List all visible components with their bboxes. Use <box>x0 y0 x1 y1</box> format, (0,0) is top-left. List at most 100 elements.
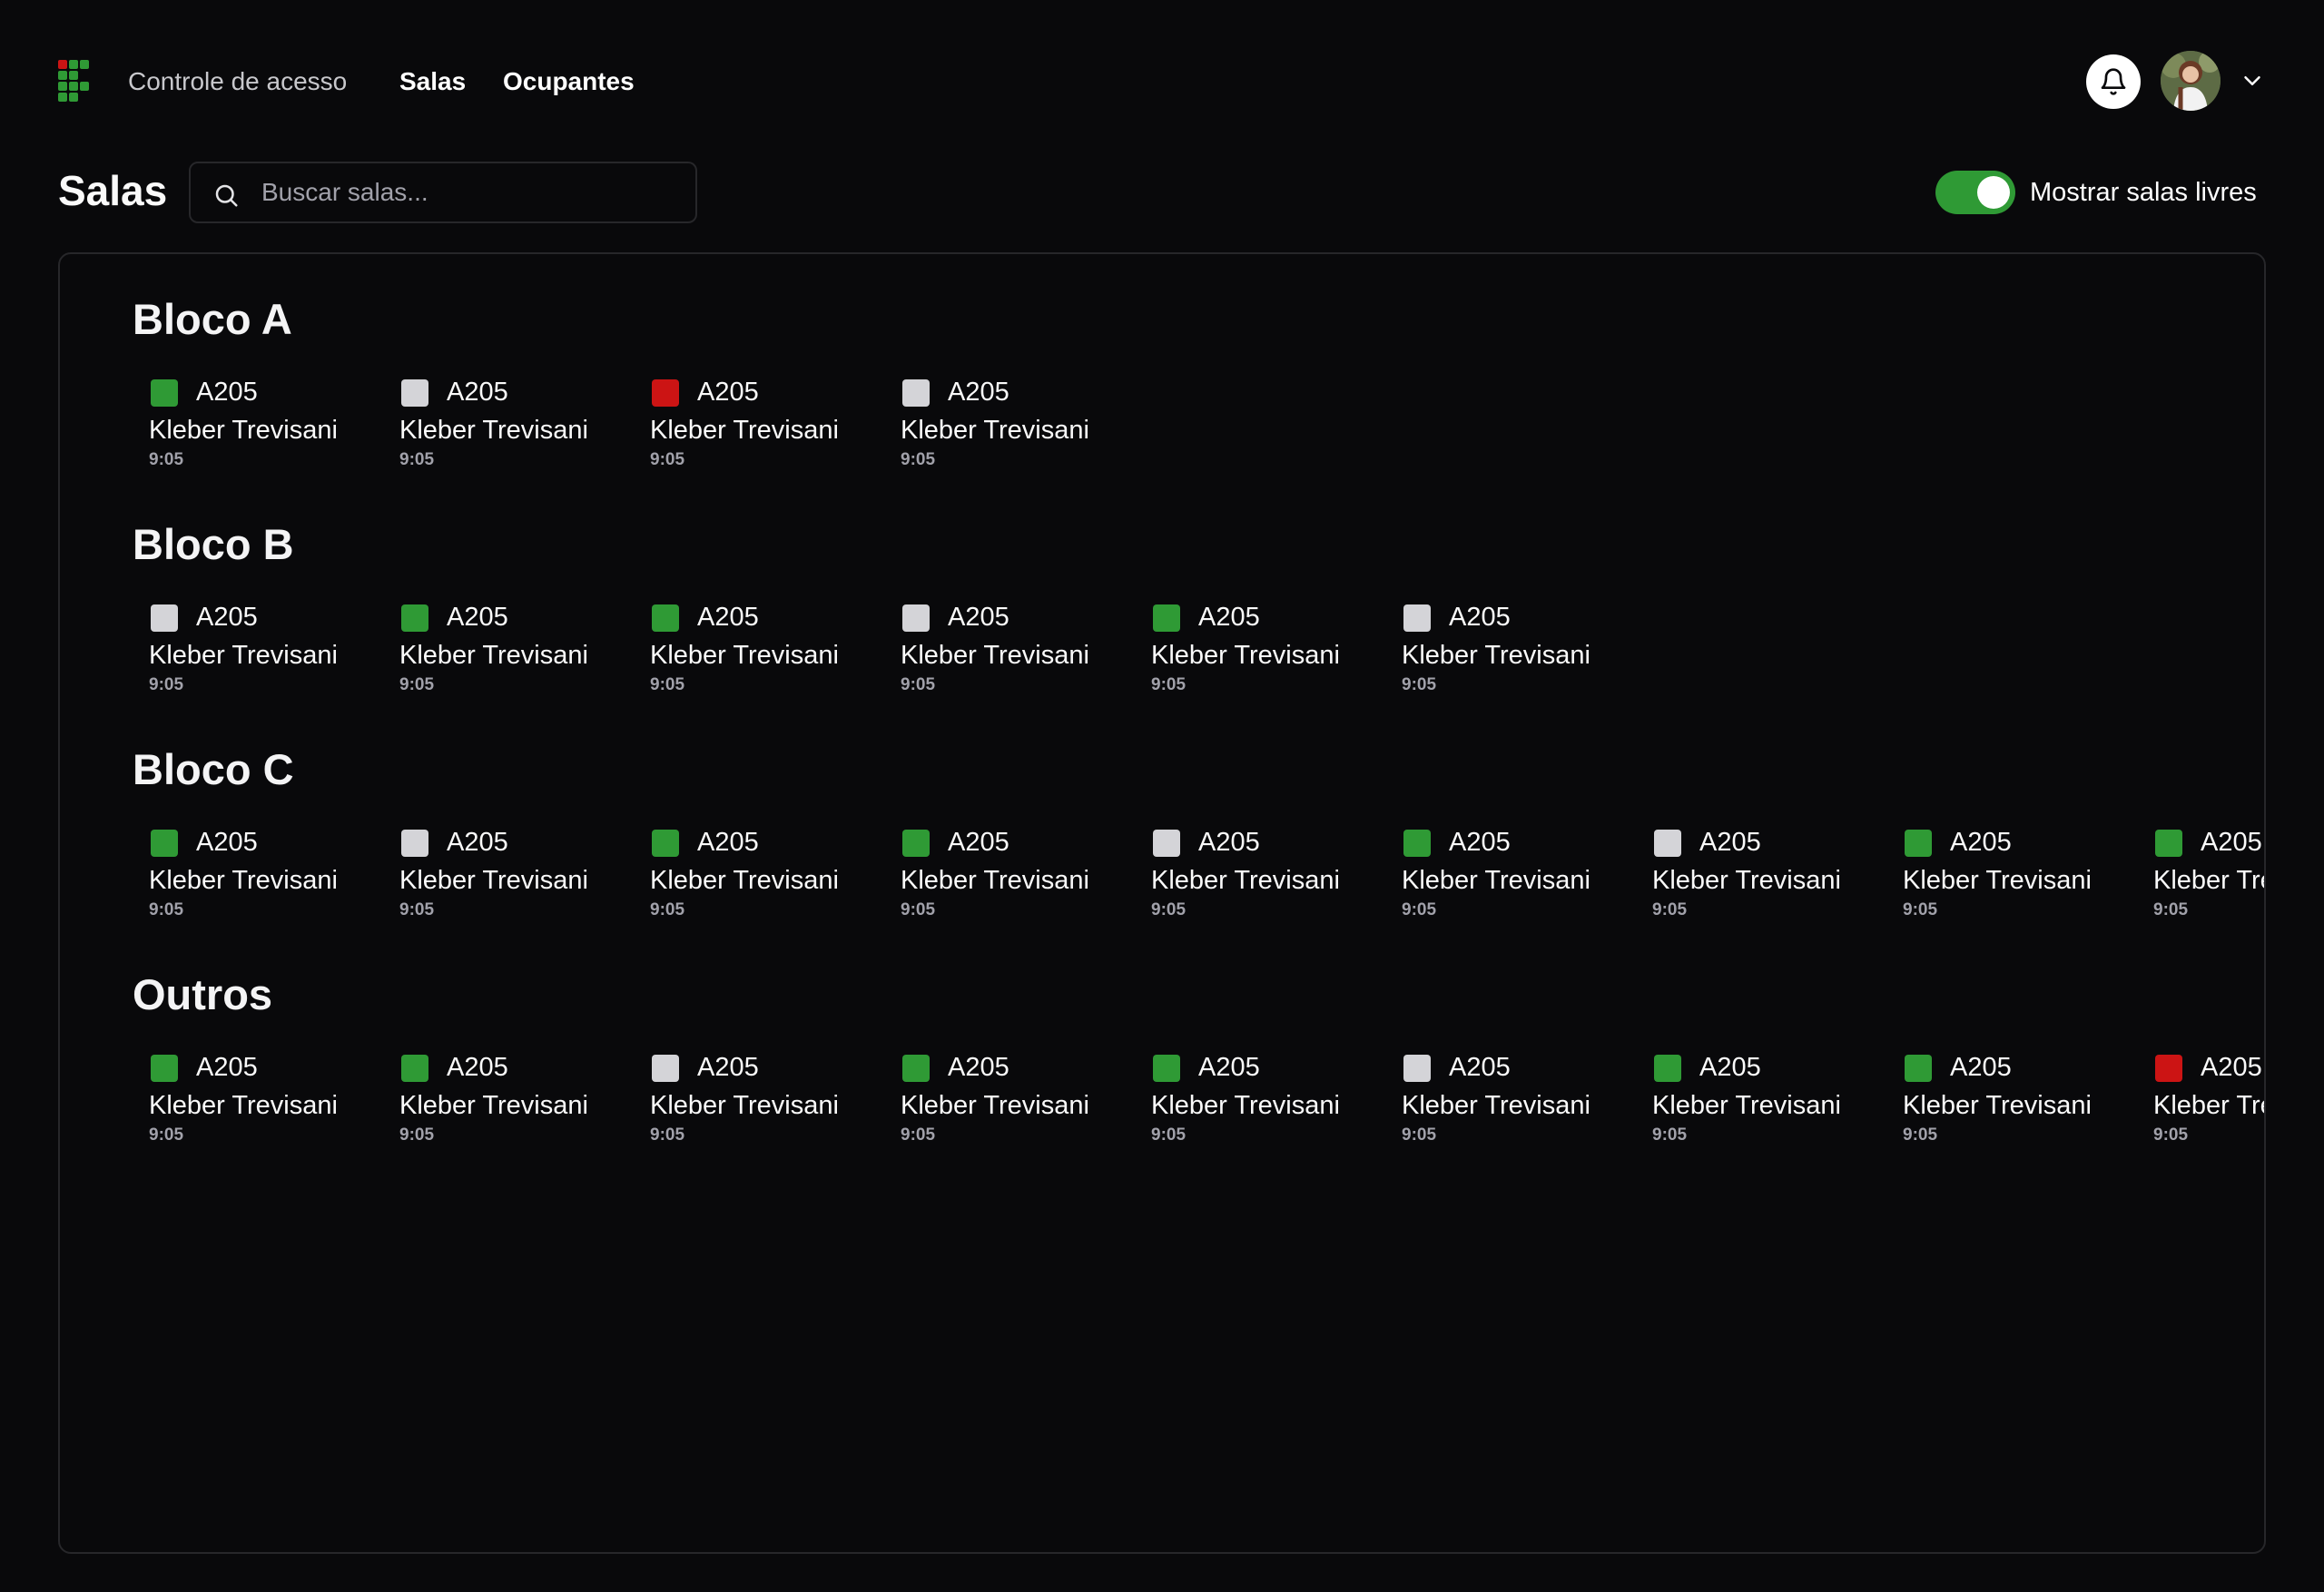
room-occupant: Kleber Trevisani <box>149 416 338 445</box>
room-occupant: Kleber Trevisani <box>149 641 338 670</box>
room-card[interactable]: A205 Kleber Trevisani 9:05 <box>1903 1049 2153 1149</box>
room-time: 9:05 <box>650 900 685 919</box>
show-free-rooms-toggle[interactable] <box>1935 171 2015 214</box>
room-code: A205 <box>447 1053 508 1082</box>
room-time: 9:05 <box>1652 900 1688 919</box>
room-card[interactable]: A205 Kleber Trevisani 9:05 <box>1402 824 1652 924</box>
search-box[interactable] <box>189 162 697 223</box>
top-navigation: Controle de acesso Salas Ocupantes <box>58 51 2266 111</box>
room-status-indicator <box>1654 830 1681 857</box>
room-status-indicator <box>1403 604 1431 632</box>
room-card[interactable]: A205 Kleber Trevisani 9:05 <box>2153 824 2264 924</box>
room-status-indicator <box>652 379 679 407</box>
room-status-indicator <box>652 604 679 632</box>
chevron-down-icon[interactable] <box>2239 67 2266 94</box>
room-code: A205 <box>697 828 759 857</box>
room-occupant: Kleber Trevisani <box>1151 641 1340 670</box>
section-title: Bloco C <box>133 745 294 793</box>
room-time: 9:05 <box>1903 1125 1938 1145</box>
room-card[interactable]: A205 Kleber Trevisani 9:05 <box>399 599 650 699</box>
room-code: A205 <box>196 1053 258 1082</box>
room-card[interactable]: A205 Kleber Trevisani 9:05 <box>1151 1049 1402 1149</box>
room-card[interactable]: A205 Kleber Trevisani 9:05 <box>399 824 650 924</box>
room-card[interactable]: A205 Kleber Trevisani 9:05 <box>1652 824 1903 924</box>
room-status-indicator <box>902 1055 930 1082</box>
room-time: 9:05 <box>1903 900 1938 919</box>
room-occupant: Kleber Trevisani <box>901 1091 1089 1120</box>
room-card[interactable]: A205 Kleber Trevisani 9:05 <box>901 1049 1151 1149</box>
room-time: 9:05 <box>2153 1125 2189 1145</box>
room-card[interactable]: A205 Kleber Trevisani 9:05 <box>149 374 399 474</box>
user-avatar[interactable] <box>2161 51 2221 111</box>
room-status-indicator <box>1403 1055 1431 1082</box>
search-input[interactable] <box>261 174 679 211</box>
room-code: A205 <box>447 603 508 632</box>
room-status-indicator <box>1905 1055 1932 1082</box>
room-code: A205 <box>1449 603 1511 632</box>
room-time: 9:05 <box>1151 1125 1187 1145</box>
room-code: A205 <box>196 378 258 407</box>
room-occupant: Kleber Trevisani <box>650 416 839 445</box>
room-occupant: Kleber Trevisani <box>901 416 1089 445</box>
room-code: A205 <box>697 603 759 632</box>
room-card[interactable]: A205 Kleber Trevisani 9:05 <box>1151 599 1402 699</box>
room-occupant: Kleber Trevisani <box>399 416 588 445</box>
room-card[interactable]: A205 Kleber Trevisani 9:05 <box>399 1049 650 1149</box>
section-title: Bloco B <box>133 520 294 568</box>
room-code: A205 <box>948 828 1009 857</box>
room-occupant: Kleber Trevisani <box>1151 1091 1340 1120</box>
room-occupant: Kleber Trevisani <box>1402 866 1590 895</box>
room-card[interactable]: A205 Kleber Trevisani 9:05 <box>650 824 901 924</box>
room-card[interactable]: A205 Kleber Trevisani 9:05 <box>1151 824 1402 924</box>
room-card[interactable]: A205 Kleber Trevisani 9:05 <box>149 599 399 699</box>
nav-controle-de-acesso[interactable]: Controle de acesso <box>128 67 347 96</box>
room-time: 9:05 <box>1652 1125 1688 1145</box>
room-occupant: Kleber Trevisani <box>901 641 1089 670</box>
room-list: A205 Kleber Trevisani 9:05 A205 Kleber Trevi… <box>149 599 2264 699</box>
room-time: 9:05 <box>149 1125 184 1145</box>
room-card[interactable]: A205 Kleber Trevisani 9:05 <box>149 824 399 924</box>
nav-link-salas[interactable]: Salas <box>399 67 466 96</box>
room-card[interactable]: A205 Kleber Trevisani 9:05 <box>901 599 1151 699</box>
room-time: 9:05 <box>901 1125 936 1145</box>
room-card[interactable]: A205 Kleber Trevisani 9:05 <box>901 374 1151 474</box>
room-card[interactable]: A205 Kleber Trevisani 9:05 <box>149 1049 399 1149</box>
notifications-button[interactable] <box>2086 54 2141 109</box>
room-status-indicator <box>401 379 428 407</box>
room-time: 9:05 <box>1402 1125 1437 1145</box>
room-card[interactable]: A205 Kleber Trevisani 9:05 <box>650 599 901 699</box>
room-card[interactable]: A205 Kleber Trevisani 9:05 <box>2153 1049 2264 1149</box>
room-status-indicator <box>401 830 428 857</box>
room-card[interactable]: A205 Kleber Trevisani 9:05 <box>1402 599 1652 699</box>
room-code: A205 <box>196 603 258 632</box>
toggle-knob <box>1977 176 2010 209</box>
room-code: A205 <box>1699 1053 1761 1082</box>
room-time: 9:05 <box>901 900 936 919</box>
room-time: 9:05 <box>901 450 936 469</box>
room-code: A205 <box>1699 828 1761 857</box>
room-card[interactable]: A205 Kleber Trevisani 9:05 <box>650 1049 901 1149</box>
room-status-indicator <box>1654 1055 1681 1082</box>
room-status-indicator <box>151 379 178 407</box>
room-card[interactable]: A205 Kleber Trevisani 9:05 <box>1402 1049 1652 1149</box>
search-icon <box>215 184 238 207</box>
room-code: A205 <box>2201 1053 2262 1082</box>
room-card[interactable]: A205 Kleber Trevisani 9:05 <box>650 374 901 474</box>
room-card[interactable]: A205 Kleber Trevisani 9:05 <box>399 374 650 474</box>
logo-icon[interactable] <box>58 60 91 103</box>
room-time: 9:05 <box>399 675 435 694</box>
bell-icon <box>2101 68 2126 95</box>
nav-link-ocupantes[interactable]: Ocupantes <box>503 67 635 96</box>
room-occupant: Kleber Trevisani <box>399 1091 588 1120</box>
room-card[interactable]: A205 Kleber Trevisani 9:05 <box>901 824 1151 924</box>
room-card[interactable]: A205 Kleber Trevisani 9:05 <box>1903 824 2153 924</box>
room-status-indicator <box>1403 830 1431 857</box>
room-occupant: Kleber Trevisani <box>1402 641 1590 670</box>
room-occupant: Kleber Trevisani <box>399 641 588 670</box>
room-code: A205 <box>1950 828 2012 857</box>
room-status-indicator <box>902 379 930 407</box>
room-time: 9:05 <box>399 900 435 919</box>
room-status-indicator <box>401 604 428 632</box>
section-title: Outros <box>133 970 273 1018</box>
room-card[interactable]: A205 Kleber Trevisani 9:05 <box>1652 1049 1903 1149</box>
